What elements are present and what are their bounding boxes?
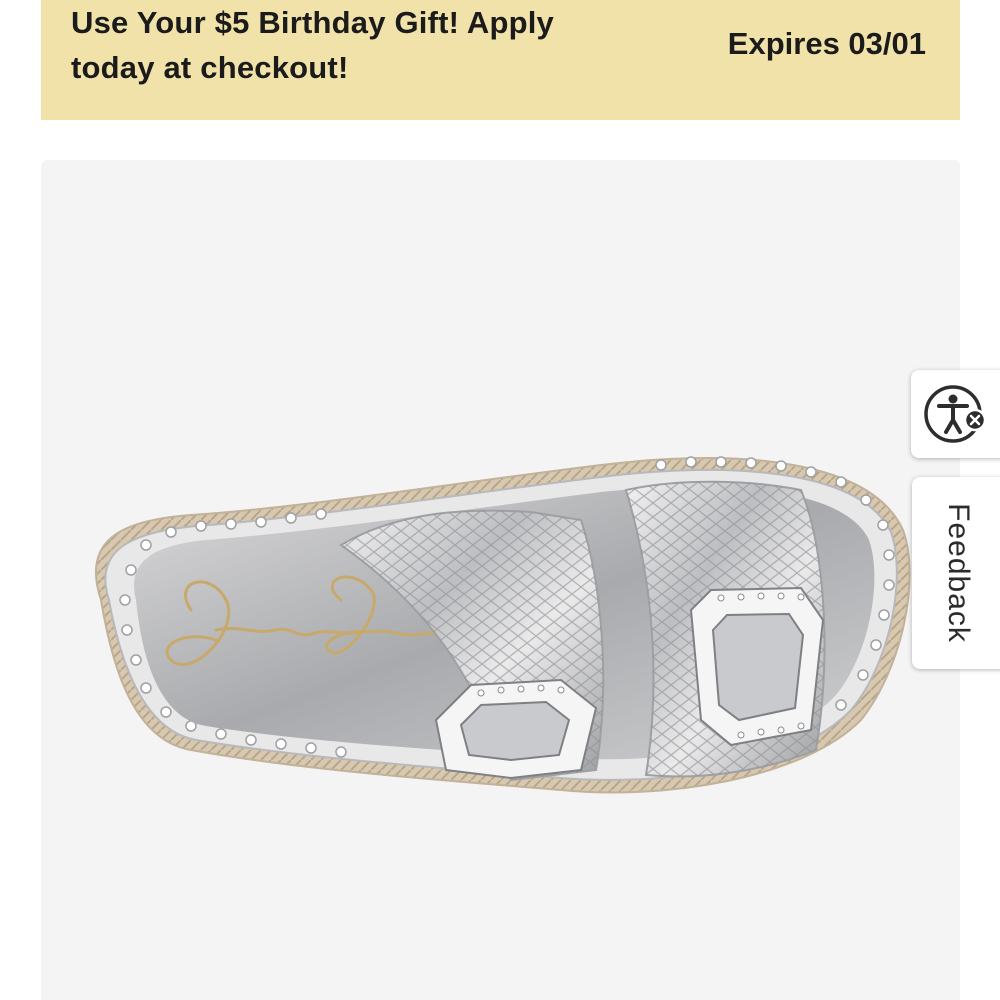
accessibility-person-icon <box>924 385 987 443</box>
birthday-promo-banner[interactable]: Use Your $5 Birthday Gift! Apply today a… <box>41 0 960 120</box>
promo-expiry-date: Expires 03/01 <box>727 26 926 61</box>
promo-message: Use Your $5 Birthday Gift! Apply today a… <box>71 5 554 85</box>
feedback-label: Feedback <box>942 503 975 643</box>
sandal-image <box>95 456 911 794</box>
buckle-left <box>434 678 598 780</box>
accessibility-button[interactable] <box>911 370 1000 458</box>
buckle-right <box>689 586 825 747</box>
product-image[interactable] <box>41 160 960 1000</box>
feedback-tab[interactable]: Feedback <box>912 477 1000 669</box>
product-page: Use Your $5 Birthday Gift! Apply today a… <box>0 0 1000 1000</box>
